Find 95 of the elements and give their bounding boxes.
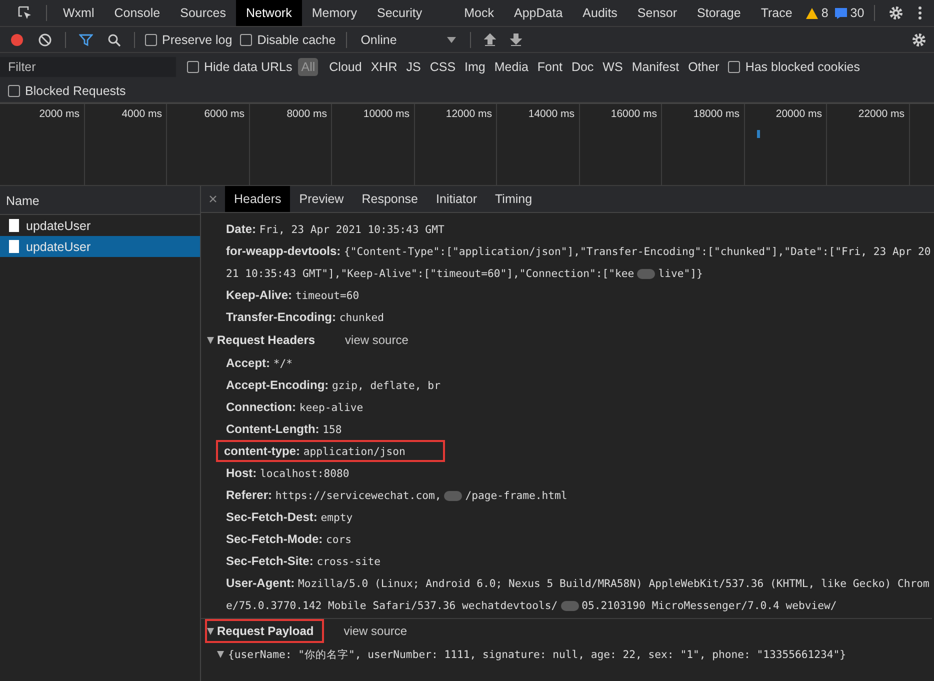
clear-icon[interactable] (38, 32, 52, 46)
expand-icon[interactable] (207, 628, 214, 634)
header-entry: Content-Length: 158 (226, 421, 343, 438)
type-filter-button[interactable]: Font (534, 58, 566, 76)
header-entry: content-type: application/json (216, 440, 446, 462)
filter-icon[interactable] (79, 32, 93, 46)
header-entry: Date: Fri, 23 Apr 2021 10:35:43 GMT (226, 221, 446, 238)
time-tick-label: 8000 ms (286, 108, 327, 120)
time-tick-label: 12000 ms (446, 108, 492, 120)
header-entry: Sec-Fetch-Site: cross-site (226, 553, 382, 570)
panel-tab[interactable]: Wxml (53, 0, 104, 26)
detail-tab[interactable]: Headers (225, 186, 290, 212)
checkbox[interactable] (8, 85, 20, 97)
checkbox[interactable] (145, 34, 157, 46)
close-icon[interactable] (209, 195, 217, 203)
type-filter-button[interactable]: Manifest (628, 58, 682, 76)
panel-tab[interactable]: Network (236, 0, 302, 26)
panel-tab[interactable]: Trace (750, 0, 802, 26)
time-tick-label: 16000 ms (610, 108, 657, 120)
search-icon[interactable] (107, 32, 121, 46)
panel-tab[interactable]: AppData (504, 0, 573, 26)
time-tick-label: 14000 ms (528, 108, 574, 120)
header-entry: Sec-Fetch-Mode: cors (226, 531, 353, 548)
document-icon (9, 240, 19, 253)
expand-icon[interactable] (207, 336, 214, 344)
inspect-icon[interactable] (17, 5, 33, 21)
checkbox-label: Has blocked cookies (745, 60, 860, 74)
type-filter-button[interactable]: JS (403, 58, 424, 76)
settings-icon[interactable] (888, 5, 904, 21)
column-header[interactable]: Name (0, 186, 200, 215)
more-icon[interactable] (918, 6, 922, 20)
filter-field[interactable]: Filter (0, 56, 176, 76)
header-entry: Accept-Encoding: gzip, deflate, br (226, 377, 442, 394)
checkbox-label: Blocked Requests (25, 84, 126, 98)
checkbox[interactable] (187, 60, 199, 72)
time-tick-label: 18000 ms (693, 108, 740, 120)
settings-icon[interactable] (911, 32, 927, 48)
header-entry: Connection: keep-alive (226, 399, 364, 416)
header-entry: Host: localhost:8080 (226, 465, 350, 482)
throttling-dropdown[interactable]: Online (352, 32, 464, 46)
record-icon[interactable] (10, 32, 24, 46)
time-tick-label: 4000 ms (122, 108, 162, 120)
type-filter-button[interactable]: CSS (426, 58, 459, 76)
type-filter-button[interactable]: Img (462, 58, 488, 76)
header-entry: Referer: https://servicewechat.com, /page-frame.html (226, 487, 568, 504)
panel-tab[interactable]: Sensor (627, 0, 688, 26)
type-filter-button[interactable]: Other (685, 58, 722, 76)
view-source-link[interactable]: view source (345, 332, 408, 346)
header-entry: Accept: */* (226, 355, 294, 372)
download-icon[interactable] (510, 32, 522, 46)
panel-tab[interactable]: Console (104, 0, 170, 26)
detail-tab[interactable]: Initiator (427, 186, 486, 212)
type-filter-button[interactable]: Cloud (326, 58, 365, 76)
header-entry: Keep-Alive: timeout=60 (226, 287, 360, 304)
type-filter-button[interactable]: WS (600, 58, 626, 76)
upload-icon[interactable] (484, 32, 496, 46)
request-row[interactable]: updateUser (0, 236, 200, 257)
header-entry: Sec-Fetch-Dest: empty (226, 509, 354, 526)
view-source-link[interactable]: view source (344, 624, 408, 638)
request-bar (756, 130, 760, 138)
time-tick-label: 22000 ms (858, 108, 904, 120)
request-row[interactable]: updateUser (0, 215, 200, 236)
panel-tab[interactable]: Audits (572, 0, 628, 26)
detail-tab[interactable]: Timing (486, 186, 542, 212)
document-icon (9, 219, 19, 232)
time-tick-label: 20000 ms (776, 108, 822, 120)
warning-count[interactable]: 8 (821, 6, 828, 20)
type-filter-button[interactable]: XHR (368, 58, 400, 76)
checkbox[interactable] (240, 34, 252, 46)
panel-tab[interactable]: Memory (302, 0, 367, 26)
panel-tab[interactable]: Storage (687, 0, 751, 26)
header-entry: User-Agent: Mozilla/5.0 (Linux; Android 6.0; Nexus 5 Build/MRA58N) AppleWebKit/537.36 (KHTML, like Gecko) Chrome/75.0.3770.142 Mobile Safari/537.36 wechatdevtools/ 05.2103190 MicroMessenger/7.0.4 webview/ (226, 575, 930, 614)
message-count[interactable]: 30 (850, 6, 864, 20)
payload-line[interactable]: {userName: "你的名字", userNumber: 1111, signature: null, age: 22, sex: "1", phone: "13355661234"} (228, 649, 846, 661)
type-filter-button[interactable]: Doc (568, 58, 597, 76)
checkbox-label: Disable cache (257, 32, 336, 46)
expand-icon[interactable] (217, 651, 224, 658)
section-header[interactable]: Request Payload (205, 619, 324, 643)
checkbox-label: Preserve log (162, 32, 232, 46)
checkbox[interactable] (728, 60, 740, 72)
panel-tab[interactable]: Mock (454, 0, 504, 26)
section-header[interactable]: Request Headers (205, 328, 326, 352)
time-tick-label: 6000 ms (204, 108, 244, 120)
panel-tab[interactable]: Security (366, 0, 432, 26)
type-filter-button[interactable]: Media (491, 58, 532, 76)
caret-icon (446, 36, 456, 42)
checkbox-label: Hide data URLs (204, 60, 292, 74)
time-tick-label: 10000 ms (363, 108, 410, 120)
message-icon (835, 8, 848, 18)
warning-icon (806, 8, 818, 18)
detail-tab[interactable]: Response (352, 186, 428, 212)
time-tick-label: 2000 ms (39, 108, 80, 120)
header-entry: Transfer-Encoding: chunked (226, 309, 386, 326)
panel-tab[interactable]: Sources (170, 0, 236, 26)
detail-tab[interactable]: Preview (290, 186, 353, 212)
